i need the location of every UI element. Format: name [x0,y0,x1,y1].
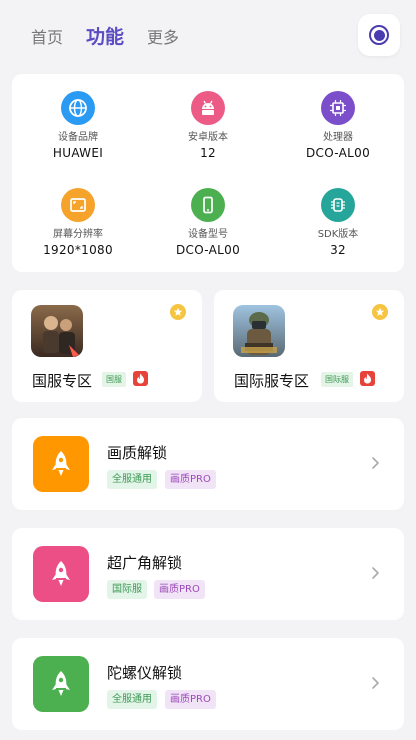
chevron-right-icon [372,567,379,579]
android-icon [191,91,225,125]
sdk-icon [321,188,355,222]
info-label: 屏幕分辨率 [53,229,103,240]
info-label: 设备品牌 [58,132,98,143]
info-label: SDK版本 [317,229,359,240]
record-icon [369,25,389,45]
info-sdk-version: SDK版本 32 [273,188,403,257]
info-device-brand: 设备品牌 HUAWEI [13,91,143,160]
game-title: 国服专区 [32,372,93,390]
game-title: 国际服专区 [234,372,310,390]
info-value: HUAWEI [52,146,104,160]
game-zone-cn[interactable]: 国服专区 国服 [12,290,202,402]
info-value: 32 [330,243,346,257]
rocket-icon [33,546,89,602]
info-android-version: 安卓版本 12 [143,91,273,160]
star-icon [170,304,186,320]
server-tag: 国际服 [321,372,353,387]
feature-wide-angle-unlock[interactable]: 超广角解锁 国际服 画质PRO [12,528,404,620]
rocket-icon [33,656,89,712]
fire-icon [360,371,375,386]
info-label: 设备型号 [188,229,228,240]
game-zone-intl[interactable]: 国际服专区 国际服 [214,290,404,402]
chip-icon [321,91,355,125]
game-thumb-cn [31,305,83,357]
info-value: DCO-AL00 [175,243,241,257]
info-value: 1920*1080 [43,243,113,257]
feature-tag: 画质PRO [154,580,205,599]
info-screen-resolution: 屏幕分辨率 1920*1080 [13,188,143,257]
info-label: 处理器 [323,132,353,143]
feature-title: 超广角解锁 [107,554,183,572]
tab-features[interactable]: 功能 [86,22,124,49]
game-thumb-intl [233,305,285,357]
server-tag: 国服 [102,372,126,387]
feature-title: 陀螺仪解锁 [107,664,183,682]
info-value: DCO-AL00 [305,146,371,160]
screen-icon [61,188,95,222]
rocket-icon [33,436,89,492]
feature-tag: 国际服 [107,580,147,599]
info-processor: 处理器 DCO-AL00 [273,91,403,160]
top-navigation: 首页 功能 更多 [0,0,416,70]
star-icon [372,304,388,320]
feature-quality-unlock[interactable]: 画质解锁 全服通用 画质PRO [12,418,404,510]
feature-tag: 画质PRO [165,690,216,709]
tab-home[interactable]: 首页 [31,24,63,48]
info-device-model: 设备型号 DCO-AL00 [143,188,273,257]
globe-icon [61,91,95,125]
feature-gyroscope-unlock[interactable]: 陀螺仪解锁 全服通用 画质PRO [12,638,404,730]
info-value: 12 [200,146,216,160]
feature-tag: 全服通用 [107,690,157,709]
fire-icon [133,371,148,386]
chevron-right-icon [372,677,379,689]
feature-tag: 全服通用 [107,470,157,489]
feature-tag: 画质PRO [165,470,216,489]
tab-more[interactable]: 更多 [147,24,179,48]
device-info-card: 设备品牌 HUAWEI 安卓版本 12 处理器 DCO-AL00 屏幕分辨率 1… [12,74,404,272]
info-label: 安卓版本 [188,132,228,143]
record-button[interactable] [358,14,400,56]
feature-title: 画质解锁 [107,444,168,462]
chevron-right-icon [372,457,379,469]
phone-icon [191,188,225,222]
